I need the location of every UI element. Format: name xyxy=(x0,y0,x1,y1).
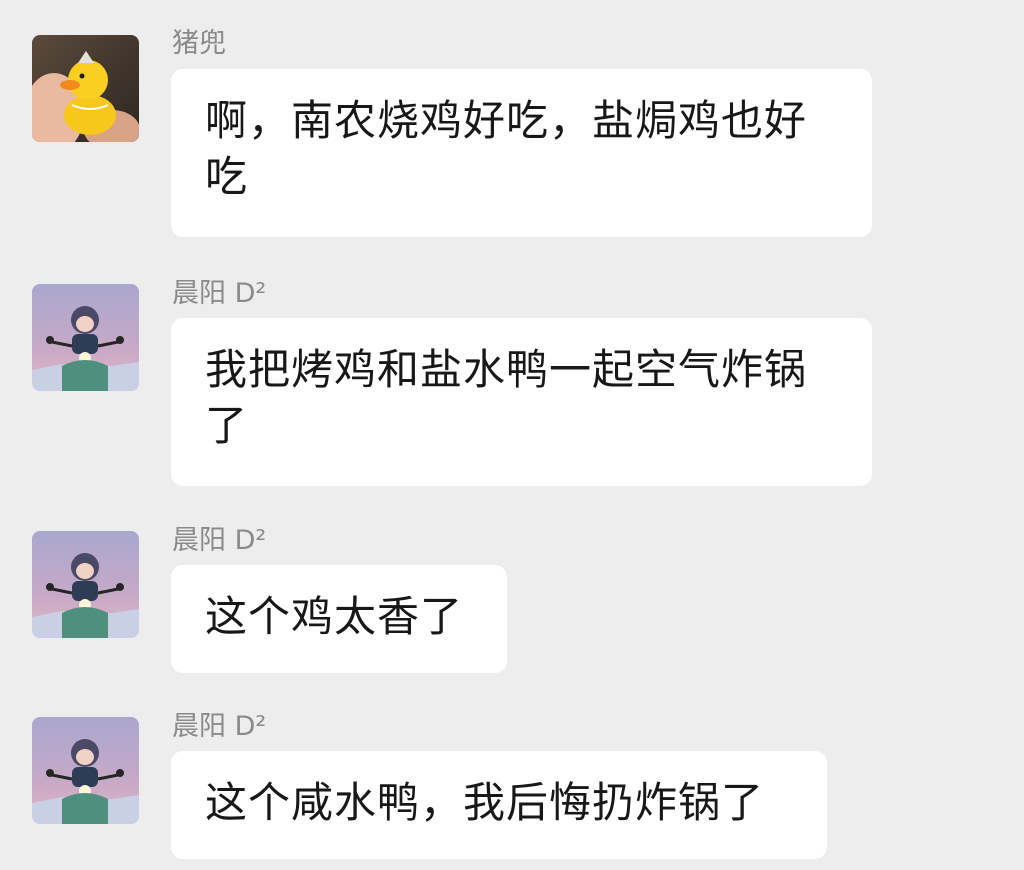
message-text: 这个咸水鸭，我后悔扔炸锅了 xyxy=(205,778,765,827)
duck-avatar-icon xyxy=(32,35,139,142)
avatar[interactable] xyxy=(32,531,139,638)
scooter-girl-avatar-icon xyxy=(32,531,139,638)
scooter-girl-avatar-icon xyxy=(32,284,139,391)
scooter-girl-avatar-icon xyxy=(32,717,139,824)
message-text: 啊，南农烧鸡好吃，盐焗鸡也好吃 xyxy=(205,96,808,201)
sender-name: 晨阳 D² xyxy=(172,525,267,556)
avatar[interactable] xyxy=(32,717,139,824)
message-bubble[interactable]: 这个咸水鸭，我后悔扔炸锅了 xyxy=(171,751,827,859)
avatar[interactable] xyxy=(32,35,139,142)
message-bubble[interactable]: 这个鸡太香了 xyxy=(171,565,507,673)
sender-name: 晨阳 D² xyxy=(172,278,267,309)
sender-name: 猪兜 xyxy=(172,28,226,59)
avatar[interactable] xyxy=(32,284,139,391)
sender-name: 晨阳 D² xyxy=(172,711,267,742)
message-bubble[interactable]: 我把烤鸡和盐水鸭一起空气炸锅了 xyxy=(171,318,872,486)
message-text: 我把烤鸡和盐水鸭一起空气炸锅了 xyxy=(205,345,808,450)
message-bubble[interactable]: 啊，南农烧鸡好吃，盐焗鸡也好吃 xyxy=(171,69,872,237)
message-text: 这个鸡太香了 xyxy=(205,592,464,641)
